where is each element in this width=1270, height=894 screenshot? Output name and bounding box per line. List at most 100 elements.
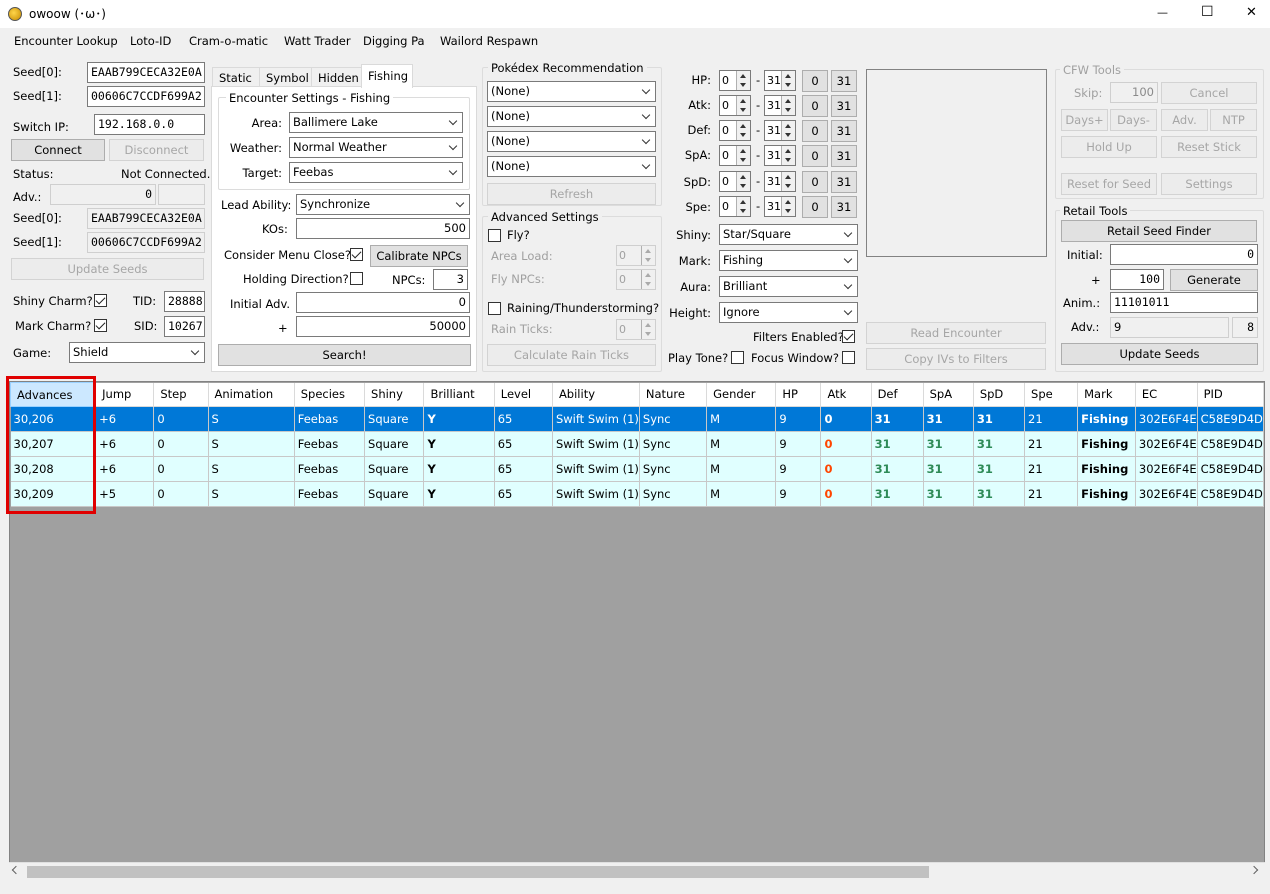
tab-hidden[interactable]: Hidden — [311, 67, 362, 87]
spinner-arrows-icon[interactable] — [781, 172, 795, 191]
cell-spd[interactable]: 31 — [973, 431, 1026, 457]
cell-spe[interactable]: 21 — [1024, 406, 1079, 432]
cell-ec[interactable]: 302E6F4E — [1135, 481, 1198, 507]
reset-for-seed-button[interactable]: Reset for Seed — [1061, 173, 1157, 195]
cell-animation[interactable]: S — [208, 406, 295, 432]
cell-species[interactable]: Feebas — [294, 406, 366, 432]
kos-field[interactable]: 500 — [296, 218, 470, 239]
anim-field[interactable]: 11101011 — [1110, 292, 1258, 313]
cell-atk[interactable]: 0 — [820, 481, 872, 507]
cell-animation[interactable]: S — [208, 481, 295, 507]
cell-nature[interactable]: Sync — [639, 431, 708, 457]
column-header-species[interactable]: Species — [294, 382, 366, 407]
tid-field[interactable]: 28888 — [164, 291, 205, 312]
reset-stick-button[interactable]: Reset Stick — [1161, 136, 1257, 158]
table-row[interactable]: 30,206 +6 0 S Feebas Square Y 65 Swift S… — [10, 406, 1264, 432]
cell-ec[interactable]: 302E6F4E — [1135, 406, 1198, 432]
cell-ec[interactable]: 302E6F4E — [1135, 456, 1198, 482]
spinner-arrows-icon[interactable] — [641, 246, 655, 265]
cell-level[interactable]: 65 — [494, 481, 553, 507]
cell-brilliant[interactable]: Y — [423, 431, 495, 457]
cell-atk[interactable]: 0 — [820, 456, 872, 482]
spinner-arrows-icon[interactable] — [781, 96, 795, 115]
iv-atk-max[interactable]: 31 — [764, 95, 796, 116]
fly-checkbox[interactable] — [488, 229, 501, 242]
cell-species[interactable]: Feebas — [294, 456, 366, 482]
column-header-spd[interactable]: SpD — [973, 382, 1026, 407]
seed1-field[interactable]: 00606C7CCDF699A2 — [87, 86, 205, 107]
aura-filter-dropdown[interactable]: Brilliant — [719, 276, 858, 297]
spinner-arrows-icon[interactable] — [781, 121, 795, 140]
retail-update-seeds-button[interactable]: Update Seeds — [1061, 343, 1258, 365]
iv-spe-31-button[interactable]: 31 — [831, 196, 857, 218]
cell-ability[interactable]: Swift Swim (1) — [552, 431, 640, 457]
spinner-arrows-icon[interactable] — [781, 146, 795, 165]
cell-shiny[interactable]: Square — [364, 456, 425, 482]
shiny-filter-dropdown[interactable]: Star/Square — [719, 224, 858, 245]
filters-enabled-checkbox[interactable] — [842, 330, 855, 343]
cell-gender[interactable]: M — [706, 481, 777, 507]
iv-spd-31-button[interactable]: 31 — [831, 171, 857, 193]
cell-gender[interactable]: M — [706, 406, 777, 432]
play-tone-checkbox[interactable] — [731, 351, 744, 364]
column-header-pid[interactable]: PID — [1197, 382, 1264, 407]
cell-jump[interactable]: +6 — [95, 406, 155, 432]
menu-loto-id[interactable]: Loto-ID — [130, 33, 171, 49]
iv-atk-0-button[interactable]: 0 — [802, 95, 828, 117]
disconnect-button[interactable]: Disconnect — [109, 139, 204, 161]
cell-spa[interactable]: 31 — [923, 481, 974, 507]
refresh-button[interactable]: Refresh — [487, 183, 656, 205]
column-header-ability[interactable]: Ability — [552, 382, 640, 407]
settings-button[interactable]: Settings — [1161, 173, 1257, 195]
iv-spa-min[interactable]: 0 — [719, 145, 751, 166]
cell-spe[interactable]: 21 — [1024, 431, 1079, 457]
cell-spa[interactable]: 31 — [923, 456, 974, 482]
iv-def-0-button[interactable]: 0 — [802, 120, 828, 142]
calculate-rain-ticks-button[interactable]: Calculate Rain Ticks — [487, 344, 656, 366]
column-header-nature[interactable]: Nature — [639, 382, 708, 407]
seed0-field[interactable]: EAAB799CECA32E0A — [87, 62, 205, 83]
update-seeds-button[interactable]: Update Seeds — [11, 258, 204, 280]
retail-initial-field[interactable]: 0 — [1110, 244, 1258, 265]
cell-nature[interactable]: Sync — [639, 481, 708, 507]
menu-watt-trader[interactable]: Watt Trader — [284, 33, 351, 49]
minimize-icon[interactable]: — — [1157, 5, 1168, 21]
lead-ability-dropdown[interactable]: Synchronize — [296, 194, 470, 215]
copy-ivs-button[interactable]: Copy IVs to Filters — [866, 348, 1046, 370]
cell-level[interactable]: 65 — [494, 431, 553, 457]
cell-animation[interactable]: S — [208, 431, 295, 457]
scrollbar-thumb[interactable] — [27, 866, 929, 878]
cell-pid[interactable]: C58E9D4D — [1197, 481, 1264, 507]
cell-hp[interactable]: 9 — [775, 481, 822, 507]
iv-spd-min[interactable]: 0 — [719, 171, 751, 192]
cell-brilliant[interactable]: Y — [423, 481, 495, 507]
cell-spe[interactable]: 21 — [1024, 481, 1079, 507]
menu-encounter-lookup[interactable]: Encounter Lookup — [14, 33, 118, 49]
spinner-arrows-icon[interactable] — [781, 71, 795, 90]
horizontal-scrollbar[interactable] — [9, 862, 1265, 880]
retail-seed-finder-button[interactable]: Retail Seed Finder — [1061, 220, 1257, 242]
cell-mark[interactable]: Fishing — [1077, 481, 1136, 507]
pokedex-dropdown-3[interactable]: (None) — [487, 131, 656, 152]
target-dropdown[interactable]: Feebas — [289, 162, 463, 183]
cell-hp[interactable]: 9 — [775, 431, 822, 457]
mark-charm-checkbox[interactable] — [94, 319, 107, 332]
column-header-gender[interactable]: Gender — [706, 382, 777, 407]
scroll-left-icon[interactable] — [11, 865, 21, 875]
cell-brilliant[interactable]: Y — [423, 456, 495, 482]
cell-spd[interactable]: 31 — [973, 481, 1026, 507]
cell-nature[interactable]: Sync — [639, 406, 708, 432]
column-header-hp[interactable]: HP — [775, 382, 822, 407]
iv-hp-max[interactable]: 31 — [764, 70, 796, 91]
iv-hp-min[interactable]: 0 — [719, 70, 751, 91]
menu-digging-pa[interactable]: Digging Pa — [363, 33, 425, 49]
pokedex-dropdown-2[interactable]: (None) — [487, 106, 656, 127]
iv-def-min[interactable]: 0 — [719, 120, 751, 141]
cell-pid[interactable]: C58E9D4D — [1197, 406, 1264, 432]
cell-level[interactable]: 65 — [494, 406, 553, 432]
column-header-mark[interactable]: Mark — [1077, 382, 1136, 407]
cell-jump[interactable]: +6 — [95, 456, 155, 482]
cell-ability[interactable]: Swift Swim (1) — [552, 456, 640, 482]
column-header-spa[interactable]: SpA — [923, 382, 974, 407]
cell-shiny[interactable]: Square — [364, 406, 425, 432]
